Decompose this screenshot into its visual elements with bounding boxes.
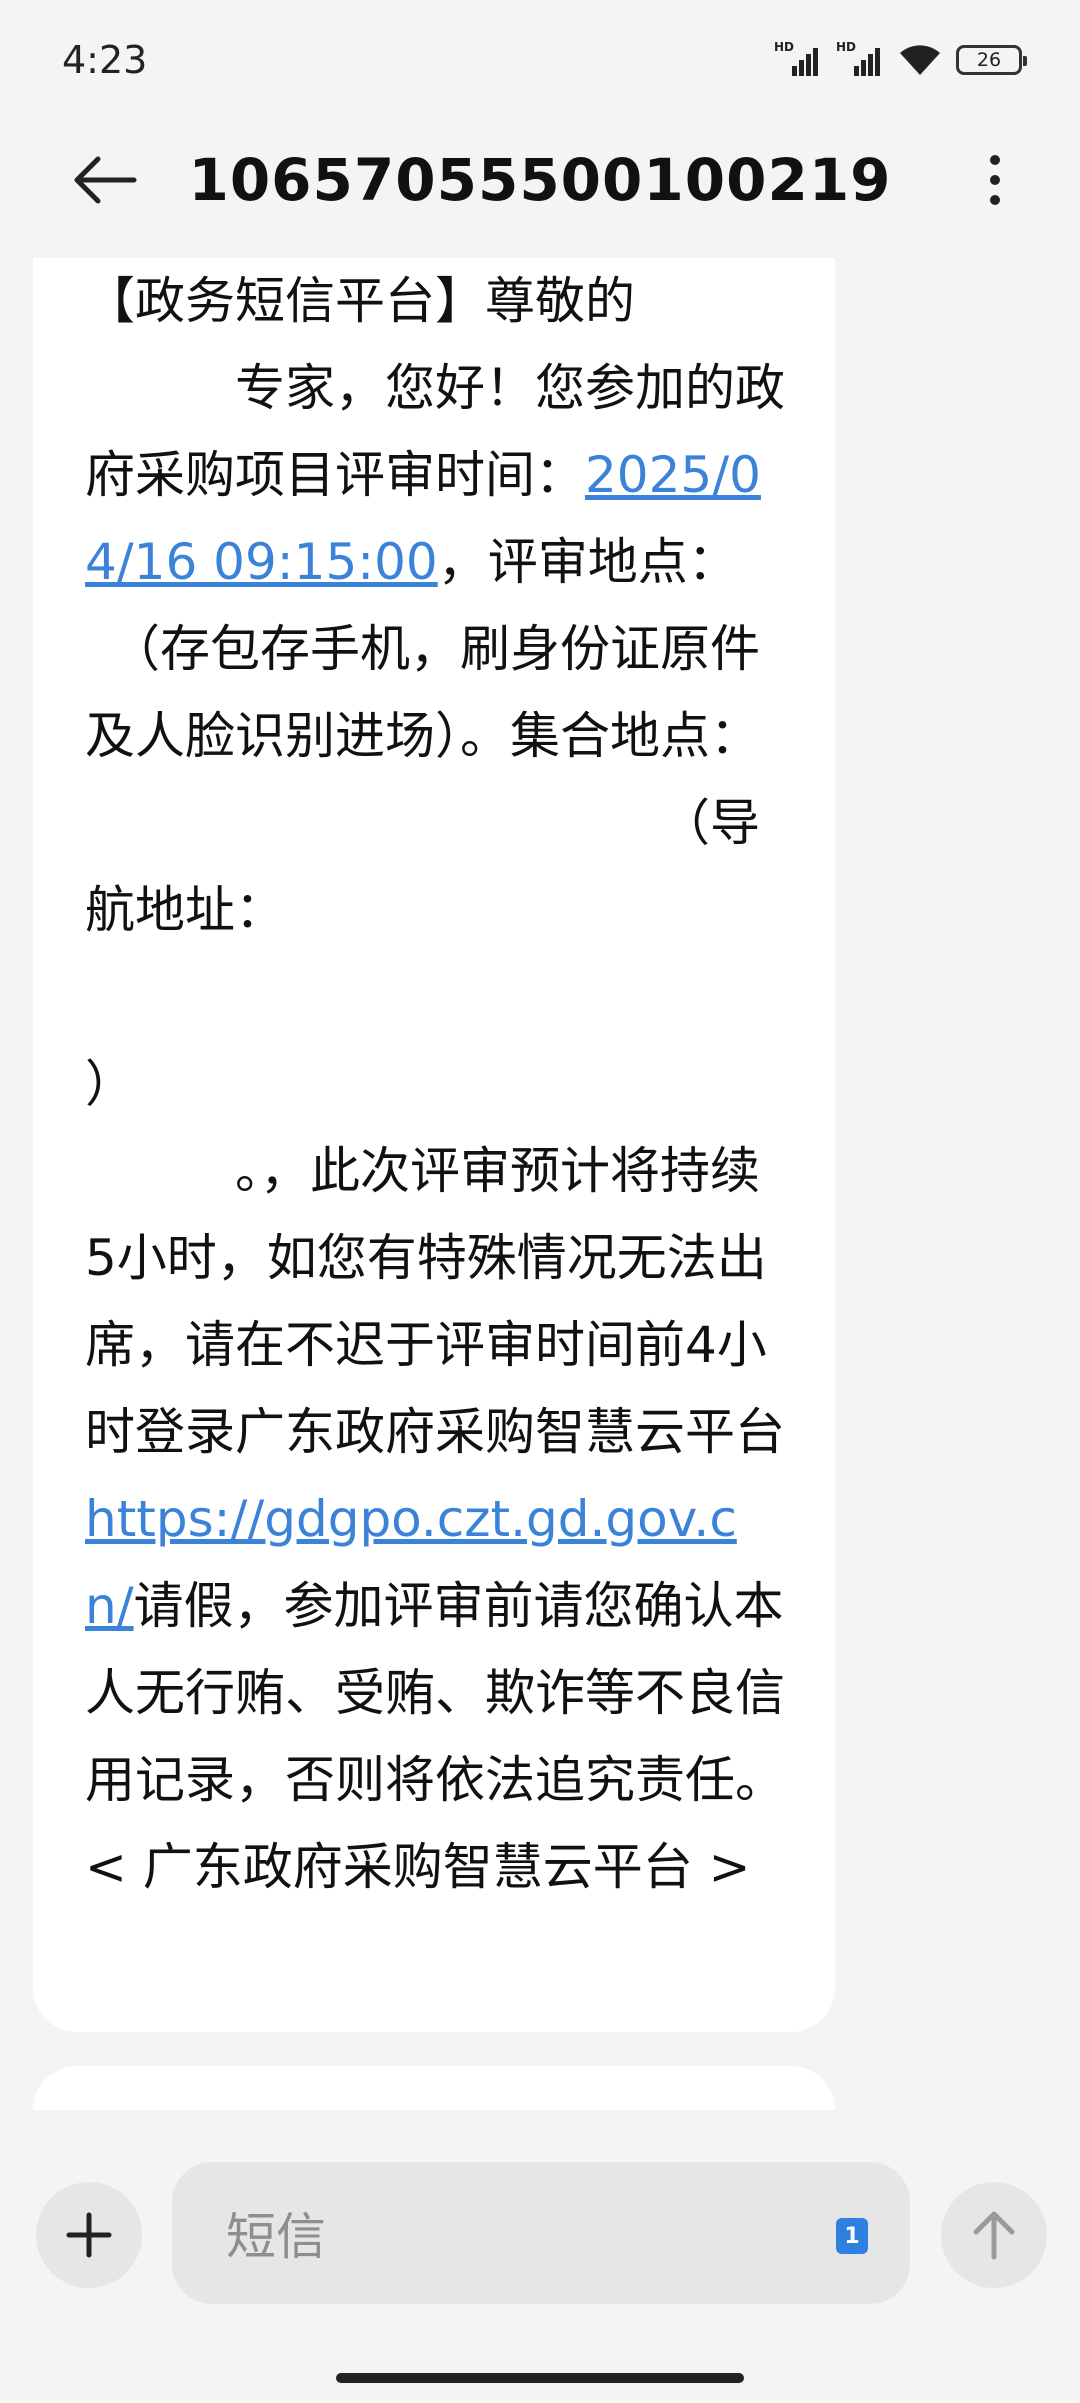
more-vertical-icon: [990, 155, 1000, 205]
send-arrow-up-icon: [973, 2211, 1015, 2260]
sms-input-placeholder: 短信: [226, 2208, 326, 2266]
status-icons: HD HD 26: [774, 40, 1027, 80]
status-time: 4:23: [62, 38, 148, 82]
home-indicator[interactable]: [336, 2373, 744, 2383]
signal-icon: HD: [774, 40, 822, 78]
message-list[interactable]: 【政务短信平台】尊敬的 专家，您好！您参加的政府采购项目评审时间：2025/04…: [0, 258, 1080, 2110]
send-button[interactable]: [941, 2182, 1047, 2288]
signal-icon: HD: [836, 40, 884, 78]
add-attachment-button[interactable]: [36, 2182, 142, 2288]
message-text-segment: ，评审地点： （存包存手机，刷身份证原件及人脸识别进场）。集合地点： （导航地址…: [85, 533, 785, 1461]
status-bar: 4:23 HD HD 26: [0, 0, 1080, 118]
sms-conversation-screen: 4:23 HD HD 26 10657055500100219 【政务短信平台】…: [0, 0, 1080, 2403]
plus-icon: [66, 2212, 112, 2258]
message-text-segment: 请假，参加评审前请您确认本人无行贿、受贿、欺诈等不良信用记录，否则将依法追究责任…: [85, 1577, 785, 1896]
message-bubble[interactable]: [33, 2066, 835, 2110]
message-text: 【政务短信平台】尊敬的 专家，您好！您参加的政府采购项目评审时间：2025/04…: [85, 258, 785, 1911]
compose-bar: 短信 1: [0, 2140, 1080, 2340]
battery-icon: 26: [956, 45, 1027, 75]
conversation-header: 10657055500100219: [0, 118, 1080, 242]
message-bubble[interactable]: 【政务短信平台】尊敬的 专家，您好！您参加的政府采购项目评审时间：2025/04…: [33, 258, 835, 2032]
sms-input[interactable]: 短信 1: [172, 2162, 910, 2304]
sim-card-icon[interactable]: 1: [836, 2218, 868, 2254]
more-options-button[interactable]: [970, 148, 1020, 212]
sender-number-title: 10657055500100219: [188, 146, 892, 214]
wifi-icon: [900, 45, 940, 75]
